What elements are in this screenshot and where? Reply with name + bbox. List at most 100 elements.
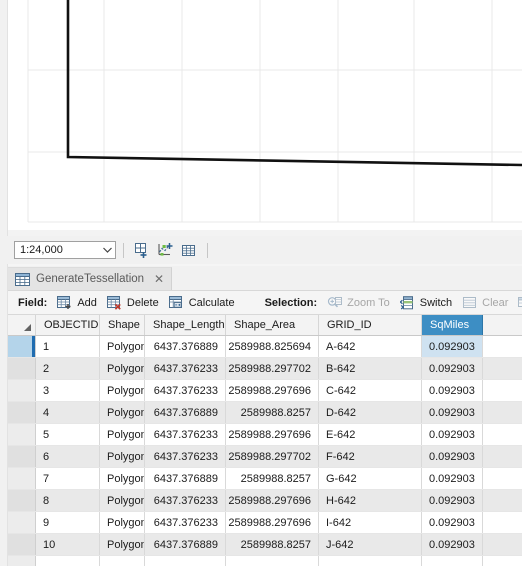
cell-grid_id[interactable]: I-642 bbox=[319, 512, 422, 533]
row-selector[interactable] bbox=[8, 468, 36, 489]
cell-shape[interactable]: Polygon bbox=[100, 512, 145, 533]
cell-shape_length[interactable]: 6437.376233 bbox=[145, 446, 226, 467]
add-xy-data-icon[interactable] bbox=[154, 240, 176, 260]
map-canvas[interactable] bbox=[8, 0, 522, 230]
table-row[interactable]: 1 Polygon 6437.376889 2589988.825694 A-642 0.… bbox=[8, 336, 522, 358]
tab-generatetessellation[interactable]: GenerateTessellation ✕ bbox=[8, 267, 173, 290]
cell-objectid[interactable]: 2 bbox=[36, 358, 100, 379]
cell-shape[interactable]: Polygon bbox=[100, 402, 145, 423]
cell-grid_id[interactable]: D-642 bbox=[319, 402, 422, 423]
cell-grid_id[interactable]: F-642 bbox=[319, 446, 422, 467]
cell-grid_id[interactable] bbox=[319, 556, 422, 566]
map-scale-value[interactable]: 1:24,000 bbox=[15, 244, 100, 256]
cell-sqmiles[interactable]: 0.092903 bbox=[422, 534, 483, 555]
cell-grid_id[interactable]: E-642 bbox=[319, 424, 422, 445]
cell-sqmiles[interactable]: 0.092903 bbox=[422, 512, 483, 533]
cell-shape[interactable]: Polygon bbox=[100, 490, 145, 511]
cell-sqmiles[interactable]: 0.092903 bbox=[422, 490, 483, 511]
cell-sqmiles[interactable]: 0.092903 bbox=[422, 336, 483, 357]
cell-shape_area[interactable]: 2589988.297696 bbox=[226, 512, 319, 533]
cell-shape_length[interactable] bbox=[145, 556, 226, 566]
table-row[interactable]: 2 Polygon 6437.376233 2589988.297702 B-642 0.… bbox=[8, 358, 522, 380]
cell-shape[interactable]: Polygon bbox=[100, 446, 145, 467]
cell-grid_id[interactable]: B-642 bbox=[319, 358, 422, 379]
cell-sqmiles[interactable] bbox=[422, 556, 483, 566]
field-delete-button[interactable]: Delete bbox=[103, 292, 163, 313]
cell-objectid[interactable]: 10 bbox=[36, 534, 100, 555]
row-selector[interactable] bbox=[8, 490, 36, 511]
cell-shape_length[interactable]: 6437.376233 bbox=[145, 490, 226, 511]
add-map-frame-icon[interactable] bbox=[131, 240, 153, 260]
attribute-grid[interactable]: OBJECTID Shape Shape_Length Shape_Area GRID_… bbox=[8, 315, 522, 566]
table-row[interactable]: 4 Polygon 6437.376889 2589988.8257 D-642 0.09… bbox=[8, 402, 522, 424]
cell-shape_length[interactable]: 6437.376233 bbox=[145, 358, 226, 379]
grid-body[interactable]: 1 Polygon 6437.376889 2589988.825694 A-642 0.… bbox=[8, 336, 522, 566]
cell-shape_area[interactable]: 2589988.297696 bbox=[226, 380, 319, 401]
cell-shape[interactable]: Polygon bbox=[100, 534, 145, 555]
field-add-button[interactable]: Add bbox=[53, 292, 101, 313]
cell-shape[interactable]: Polygon bbox=[100, 358, 145, 379]
map-view[interactable] bbox=[0, 0, 522, 236]
table-row[interactable]: 8 Polygon 6437.376233 2589988.297696 H-642 0.… bbox=[8, 490, 522, 512]
cell-shape_area[interactable]: 2589988.8257 bbox=[226, 402, 319, 423]
chevron-down-icon[interactable] bbox=[100, 242, 115, 258]
select-all-triangle-icon[interactable] bbox=[8, 315, 36, 335]
cell-objectid[interactable]: 1 bbox=[36, 336, 100, 357]
row-selector[interactable] bbox=[8, 446, 36, 467]
cell-sqmiles[interactable]: 0.092903 bbox=[422, 402, 483, 423]
cell-objectid[interactable]: 3 bbox=[36, 380, 100, 401]
row-selector[interactable] bbox=[8, 512, 36, 533]
row-selector[interactable] bbox=[8, 358, 36, 379]
cell-shape_length[interactable]: 6437.376233 bbox=[145, 380, 226, 401]
row-selector[interactable] bbox=[8, 424, 36, 445]
cell-shape[interactable]: Polygon bbox=[100, 336, 145, 357]
column-header-grid_id[interactable]: GRID_ID bbox=[319, 315, 422, 335]
table-row[interactable]: 5 Polygon 6437.376233 2589988.297696 E-642 0.… bbox=[8, 424, 522, 446]
cell-shape_length[interactable]: 6437.376889 bbox=[145, 468, 226, 489]
column-header-shape_area[interactable]: Shape_Area bbox=[226, 315, 319, 335]
selection-switch-button[interactable]: Switch bbox=[396, 292, 456, 313]
cell-sqmiles[interactable]: 0.092903 bbox=[422, 446, 483, 467]
cell-shape_area[interactable] bbox=[226, 556, 319, 566]
table-row[interactable] bbox=[8, 556, 522, 566]
cell-shape_area[interactable]: 2589988.297696 bbox=[226, 424, 319, 445]
cell-grid_id[interactable]: C-642 bbox=[319, 380, 422, 401]
cell-shape_area[interactable]: 2589988.8257 bbox=[226, 468, 319, 489]
cell-objectid[interactable]: 4 bbox=[36, 402, 100, 423]
cell-objectid[interactable]: 6 bbox=[36, 446, 100, 467]
row-selector[interactable] bbox=[8, 380, 36, 401]
cell-sqmiles[interactable]: 0.092903 bbox=[422, 380, 483, 401]
row-selector[interactable] bbox=[8, 336, 36, 357]
selection-zoom-to-button[interactable]: Zoom To bbox=[323, 292, 394, 313]
cell-grid_id[interactable]: J-642 bbox=[319, 534, 422, 555]
cell-objectid[interactable]: 7 bbox=[36, 468, 100, 489]
cell-shape_length[interactable]: 6437.376889 bbox=[145, 336, 226, 357]
cell-grid_id[interactable]: A-642 bbox=[319, 336, 422, 357]
cell-sqmiles[interactable]: 0.092903 bbox=[422, 358, 483, 379]
table-row[interactable]: 10 Polygon 6437.376889 2589988.8257 J-642 0.0… bbox=[8, 534, 522, 556]
table-row[interactable]: 3 Polygon 6437.376233 2589988.297696 C-642 0.… bbox=[8, 380, 522, 402]
cell-grid_id[interactable]: H-642 bbox=[319, 490, 422, 511]
cell-shape_area[interactable]: 2589988.297696 bbox=[226, 490, 319, 511]
column-header-shape_length[interactable]: Shape_Length bbox=[145, 315, 226, 335]
cell-shape[interactable]: Polygon bbox=[100, 380, 145, 401]
map-scale-combobox[interactable]: 1:24,000 bbox=[14, 241, 116, 259]
cell-shape_area[interactable]: 2589988.8257 bbox=[226, 534, 319, 555]
cell-shape_length[interactable]: 6437.376233 bbox=[145, 512, 226, 533]
table-row[interactable]: 7 Polygon 6437.376889 2589988.8257 G-642 0.09… bbox=[8, 468, 522, 490]
cell-objectid[interactable]: 5 bbox=[36, 424, 100, 445]
table-row[interactable]: 6 Polygon 6437.376233 2589988.297702 F-642 0.… bbox=[8, 446, 522, 468]
table-row[interactable]: 9 Polygon 6437.376233 2589988.297696 I-642 0.… bbox=[8, 512, 522, 534]
column-header-objectid[interactable]: OBJECTID bbox=[36, 315, 100, 335]
selection-clear-button[interactable]: Clear bbox=[458, 292, 512, 313]
cell-shape_length[interactable]: 6437.376233 bbox=[145, 424, 226, 445]
table-grid-icon[interactable] bbox=[177, 240, 199, 260]
row-selector[interactable] bbox=[8, 534, 36, 555]
close-icon[interactable]: ✕ bbox=[153, 273, 165, 285]
cell-objectid[interactable] bbox=[36, 556, 100, 566]
cell-shape_area[interactable]: 2589988.297702 bbox=[226, 446, 319, 467]
row-selector[interactable] bbox=[8, 402, 36, 423]
cell-shape_area[interactable]: 2589988.297702 bbox=[226, 358, 319, 379]
row-selector[interactable] bbox=[8, 556, 36, 566]
cell-shape_length[interactable]: 6437.376889 bbox=[145, 534, 226, 555]
